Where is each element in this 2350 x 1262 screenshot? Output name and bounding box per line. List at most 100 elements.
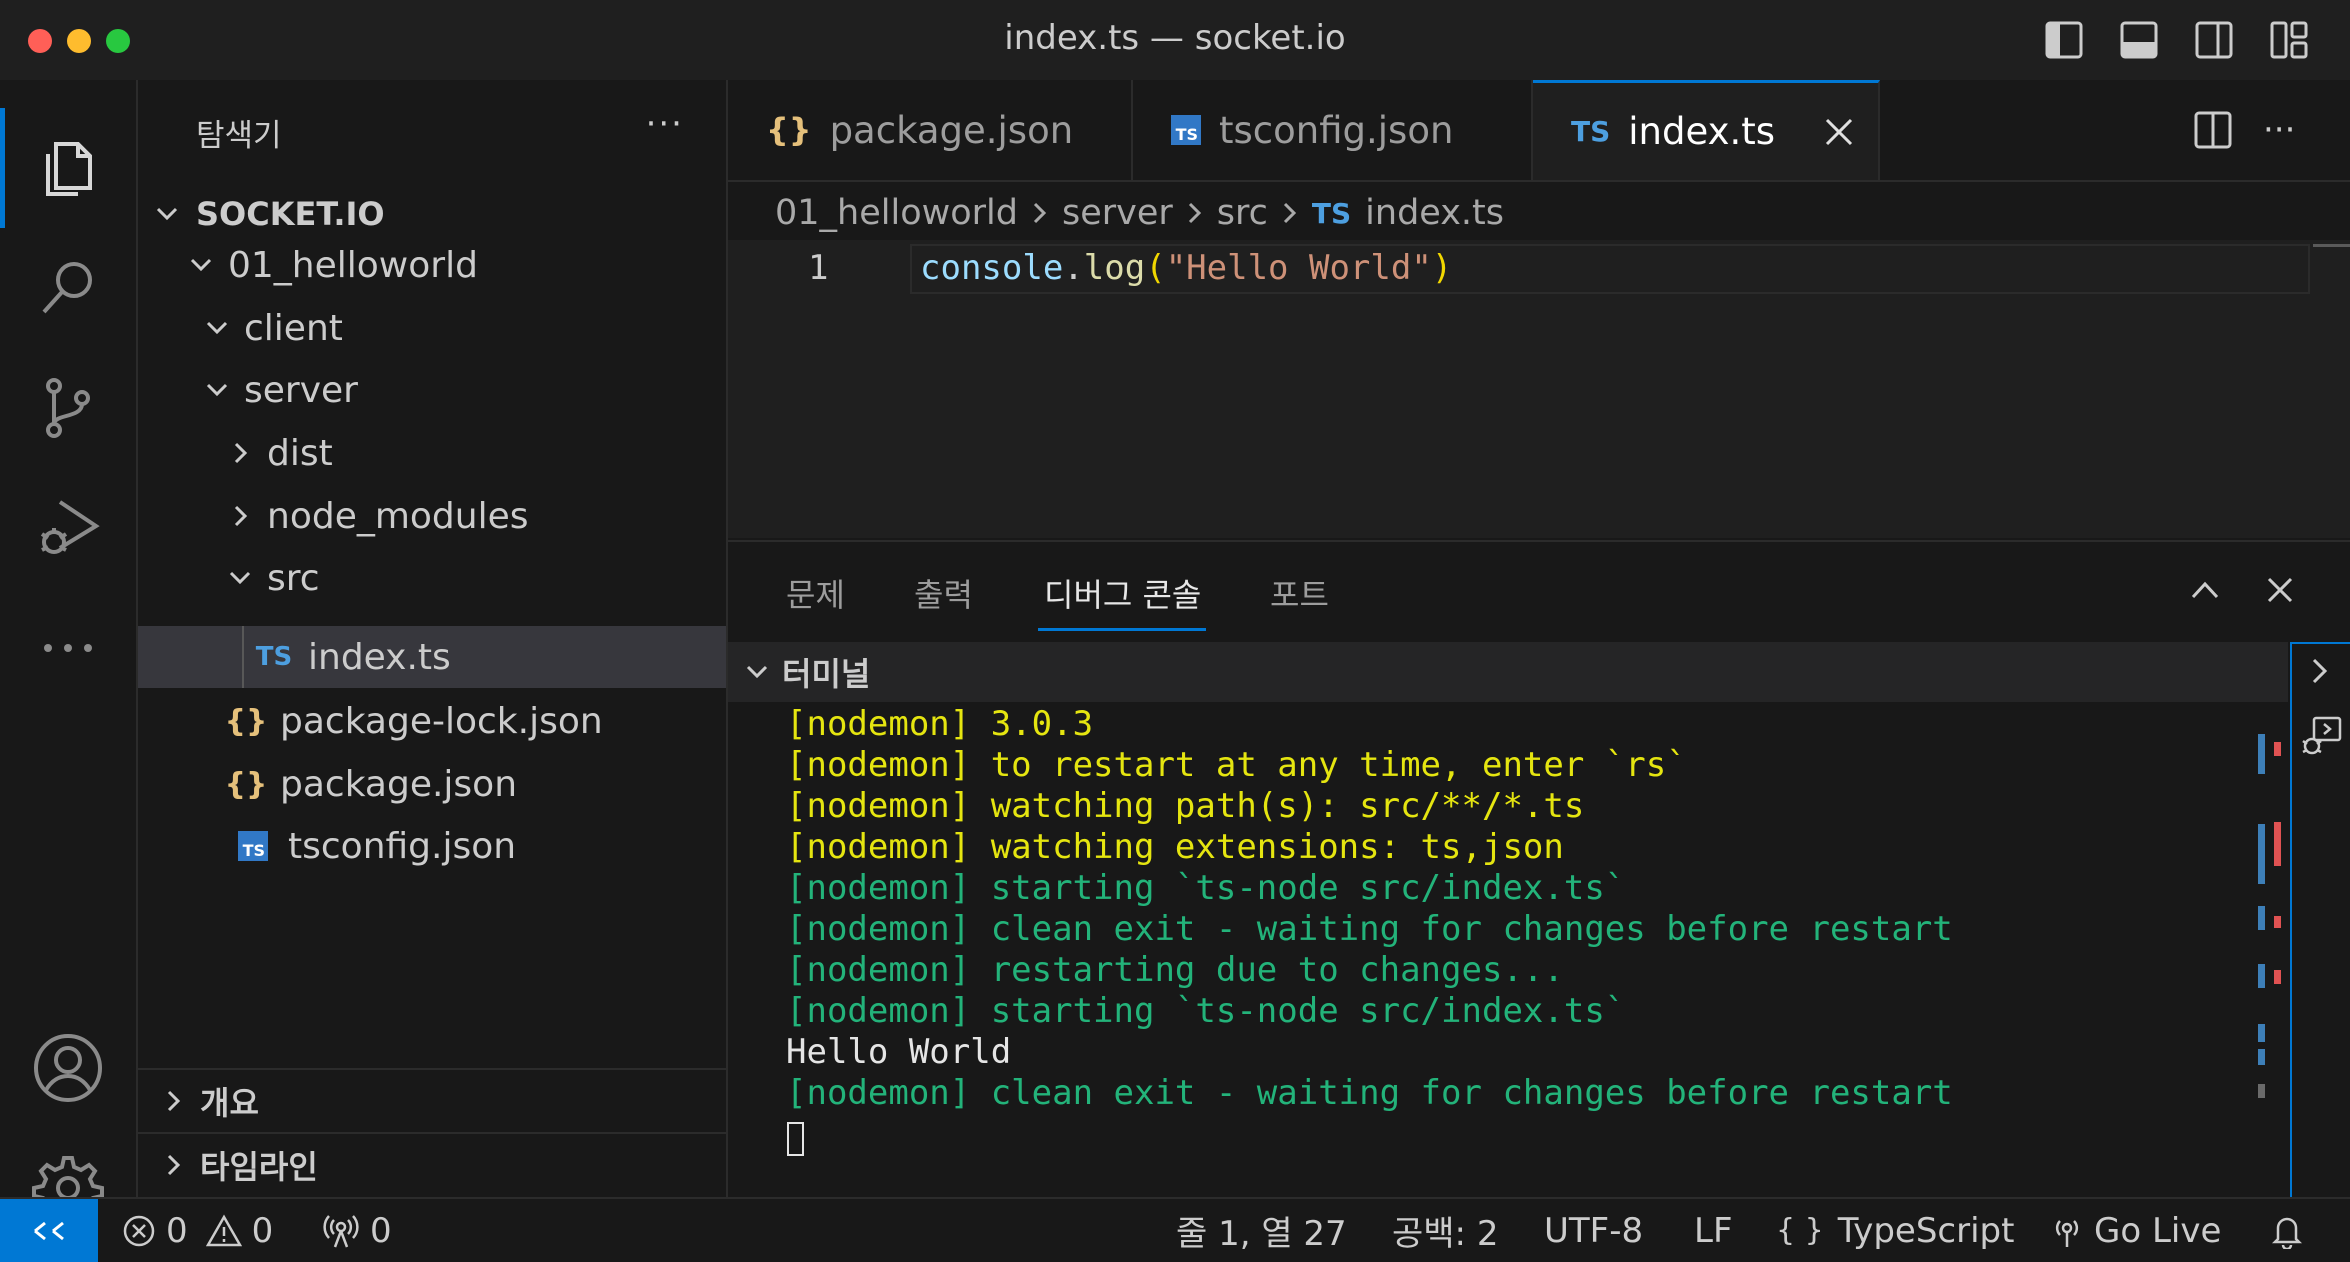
json-file-icon: {}	[224, 703, 268, 739]
close-panel-icon[interactable]	[2266, 576, 2294, 604]
tab-problems[interactable]: 문제	[786, 570, 845, 616]
toggle-primary-sidebar-icon[interactable]	[2044, 20, 2084, 60]
workspace-root-label: SOCKET.IO	[196, 195, 385, 233]
tree-item-package-json[interactable]: {} package.json	[138, 753, 726, 815]
typescript-file-icon: TS	[255, 642, 293, 672]
title-bar: index.ts — socket.io	[0, 0, 2350, 82]
ports-count: 0	[370, 1210, 392, 1251]
scroll-mark	[2258, 964, 2265, 988]
tab-ports[interactable]: 포트	[1270, 570, 1329, 616]
tree-item-label: index.ts	[308, 636, 451, 678]
chevron-right-icon[interactable]	[2306, 654, 2334, 688]
tab-index-ts[interactable]: TS index.ts	[1533, 80, 1880, 180]
notifications-bell-icon[interactable]	[2270, 1199, 2314, 1262]
tree-item-client[interactable]: client	[138, 297, 726, 359]
terminal-title: 터미널	[782, 655, 871, 693]
close-tab-icon[interactable]	[1823, 116, 1855, 148]
toggle-secondary-sidebar-icon[interactable]	[2194, 20, 2234, 60]
breadcrumb-item[interactable]: server	[1062, 193, 1173, 233]
timeline-section-header[interactable]: 타임라인	[138, 1132, 726, 1196]
tree-item-server[interactable]: server	[138, 359, 726, 421]
customize-layout-icon[interactable]	[2269, 20, 2309, 60]
split-editor-icon[interactable]	[2193, 110, 2233, 150]
tab-label: index.ts	[1628, 110, 1776, 153]
tree-item-01-helloworld[interactable]: 01_helloworld	[138, 234, 726, 296]
tree-item-src[interactable]: src	[138, 547, 726, 609]
tree-item-label: src	[267, 557, 320, 599]
accounts-icon[interactable]	[0, 1008, 136, 1128]
breadcrumb-item[interactable]: 01_helloworld	[775, 193, 1018, 233]
terminal-side-toolbar	[2290, 642, 2350, 1199]
scroll-mark	[2258, 1084, 2265, 1098]
scroll-mark	[2274, 742, 2281, 756]
breadcrumb-item[interactable]: index.ts	[1365, 193, 1504, 233]
scroll-mark	[2274, 916, 2281, 928]
code-token-dot: .	[1063, 248, 1084, 288]
tree-item-dist[interactable]: dist	[138, 422, 726, 484]
tree-item-label: package.json	[280, 763, 518, 805]
code-line[interactable]: console.log("Hello World")	[920, 248, 1452, 288]
chevron-right-icon	[156, 1151, 190, 1179]
chevron-down-icon	[184, 251, 218, 279]
ports-status[interactable]: 0	[322, 1199, 392, 1262]
debug-terminal-icon[interactable]	[2298, 714, 2344, 760]
code-editor[interactable]: 1 console.log("Hello World")	[728, 240, 2350, 538]
tree-item-package-lock-json[interactable]: {} package-lock.json	[138, 690, 726, 752]
scroll-mark	[2258, 824, 2265, 884]
sidebar-more-actions-button[interactable]: ···	[646, 104, 684, 144]
code-token-method: log	[1083, 248, 1146, 288]
tree-item-index-ts[interactable]: TS index.ts	[138, 626, 726, 688]
terminal-output[interactable]: [nodemon] 3.0.3 [nodemon] to restart at …	[728, 704, 2288, 1199]
broadcast-icon	[323, 1214, 359, 1247]
terminal-line: [nodemon] clean exit - waiting for chang…	[786, 909, 1953, 949]
broadcast-icon	[2055, 1219, 2079, 1247]
tab-package-json[interactable]: {} package.json	[728, 80, 1133, 180]
scroll-mark	[2258, 1049, 2265, 1065]
cursor-position-status[interactable]: 줄 1, 열 27	[1176, 1199, 1347, 1262]
terminal-line: [nodemon] to restart at any time, enter …	[786, 745, 1687, 785]
tab-debug-console[interactable]: 디버그 콘솔	[1044, 570, 1201, 616]
run-and-debug-icon[interactable]	[0, 468, 136, 588]
warning-icon	[205, 1213, 242, 1246]
typescript-file-icon: TS	[1311, 196, 1352, 230]
tree-item-tsconfig-json[interactable]: TS tsconfig.json	[138, 815, 726, 877]
chevron-right-icon	[1280, 199, 1300, 227]
language-mode-status[interactable]: { } TypeScript	[1776, 1199, 2014, 1262]
line-number: 1	[808, 248, 829, 288]
outline-label: 개요	[200, 1084, 259, 1122]
chevron-down-icon	[740, 658, 774, 686]
eol-status[interactable]: LF	[1694, 1199, 1733, 1262]
outline-section-header[interactable]: 개요	[138, 1068, 726, 1132]
breadcrumb-item[interactable]: src	[1217, 193, 1268, 233]
active-tab-indicator	[1038, 628, 1206, 631]
timeline-label: 타임라인	[200, 1148, 318, 1186]
more-views-icon[interactable]	[0, 588, 136, 708]
source-control-icon[interactable]	[0, 348, 136, 468]
go-live-button[interactable]: Go Live	[2050, 1199, 2221, 1262]
activity-bar	[0, 80, 138, 1224]
remote-indicator-button[interactable]	[0, 1199, 98, 1262]
terminal-line: [nodemon] clean exit - waiting for chang…	[786, 1073, 1953, 1113]
terminal-section-header[interactable]: 터미널	[728, 642, 2288, 702]
explorer-icon[interactable]	[0, 108, 136, 228]
search-icon[interactable]	[0, 228, 136, 348]
tab-output[interactable]: 출력	[914, 570, 973, 616]
maximize-panel-icon[interactable]	[2190, 578, 2220, 600]
editor-more-actions-button[interactable]: ···	[2263, 110, 2295, 150]
json-file-icon: {}	[766, 111, 812, 149]
terminal-line: [nodemon] starting `ts-node src/index.ts…	[786, 991, 1626, 1031]
typescript-file-icon: TS	[1571, 115, 1611, 148]
tree-item-label: tsconfig.json	[288, 825, 517, 867]
terminal-line: [nodemon] watching extensions: ts,json	[786, 827, 1564, 867]
problems-status[interactable]: 0 0	[122, 1199, 273, 1262]
toggle-panel-icon[interactable]	[2119, 20, 2159, 60]
scroll-mark	[2258, 906, 2265, 930]
indentation-status[interactable]: 공백: 2	[1392, 1199, 1498, 1262]
code-token-string: "Hello World"	[1165, 248, 1432, 288]
tree-item-node-modules[interactable]: node_modules	[138, 485, 726, 547]
tab-tsconfig-json[interactable]: TS tsconfig.json	[1133, 80, 1533, 180]
terminal-cursor	[787, 1122, 804, 1156]
terminal-line: [nodemon] watching path(s): src/**/*.ts	[786, 786, 1585, 826]
encoding-status[interactable]: UTF-8	[1544, 1199, 1643, 1262]
warning-count: 0	[251, 1210, 274, 1251]
